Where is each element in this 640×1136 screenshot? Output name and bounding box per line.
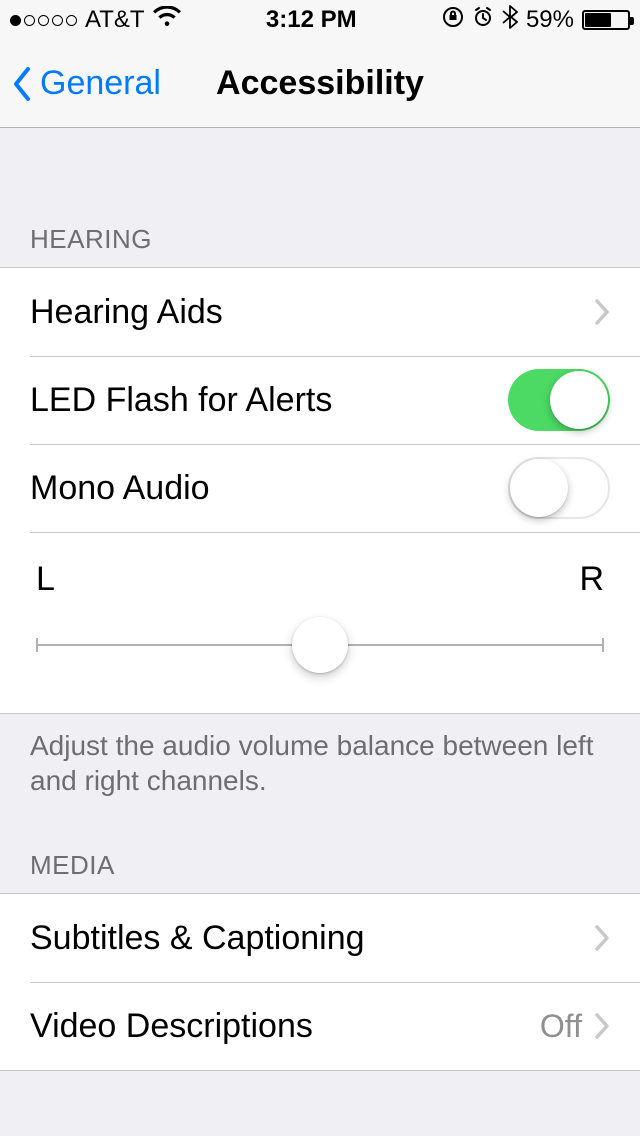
section-header-media: MEDIA [0, 818, 640, 893]
orientation-lock-icon [442, 6, 464, 35]
hearing-group: Hearing Aids LED Flash for Alerts Mono A… [0, 267, 640, 714]
led-flash-row: LED Flash for Alerts [0, 356, 640, 444]
video-descriptions-label: Video Descriptions [30, 1007, 540, 1046]
section-header-hearing: HEARING [0, 192, 640, 267]
balance-slider-row: L R [0, 532, 640, 713]
balance-slider[interactable] [30, 617, 610, 673]
wifi-icon [153, 6, 181, 35]
page-title: Accessibility [216, 64, 424, 103]
led-flash-label: LED Flash for Alerts [30, 381, 508, 420]
status-bar: AT&T 3:12 PM 59% [0, 0, 640, 40]
battery-pct-label: 59% [526, 6, 574, 34]
nav-bar: General Accessibility [0, 40, 640, 128]
mono-audio-toggle[interactable] [508, 457, 610, 519]
section-header-learning: LEARNING [0, 1071, 640, 1136]
video-descriptions-value: Off [540, 1008, 582, 1045]
hearing-aids-label: Hearing Aids [30, 293, 594, 332]
hearing-aids-row[interactable]: Hearing Aids [0, 268, 640, 356]
video-descriptions-row[interactable]: Video Descriptions Off [0, 982, 640, 1070]
back-label: General [40, 64, 161, 103]
bluetooth-icon [502, 5, 518, 36]
status-right: 59% [442, 5, 630, 36]
slider-thumb-icon[interactable] [292, 617, 348, 673]
carrier-label: AT&T [85, 6, 145, 34]
balance-left-label: L [36, 560, 55, 599]
chevron-right-icon [594, 924, 610, 952]
back-button[interactable]: General [12, 64, 161, 103]
subtitles-row[interactable]: Subtitles & Captioning [0, 894, 640, 982]
chevron-left-icon [12, 67, 32, 101]
balance-right-label: R [579, 560, 604, 599]
media-group: Subtitles & Captioning Video Description… [0, 893, 640, 1071]
mono-audio-row: Mono Audio [0, 444, 640, 532]
chevron-right-icon [594, 298, 610, 326]
subtitles-label: Subtitles & Captioning [30, 919, 594, 958]
led-flash-toggle[interactable] [508, 369, 610, 431]
alarm-icon [472, 6, 494, 35]
battery-icon [582, 10, 630, 30]
hearing-footer: Adjust the audio volume balance between … [0, 714, 640, 818]
clock-label: 3:12 PM [266, 6, 357, 34]
mono-audio-label: Mono Audio [30, 469, 508, 508]
status-left: AT&T [10, 6, 181, 35]
chevron-right-icon [594, 1012, 610, 1040]
signal-strength-icon [10, 15, 77, 26]
